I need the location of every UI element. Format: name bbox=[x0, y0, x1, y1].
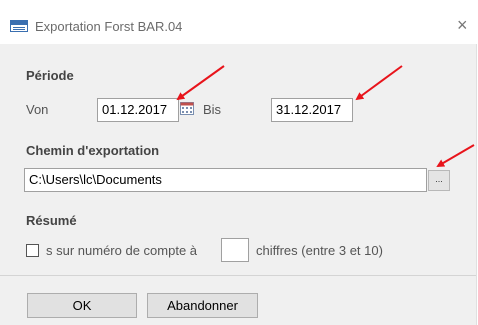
to-date-input[interactable]: 31.12.2017 bbox=[271, 98, 353, 122]
window-title: Exportation Forst BAR.04 bbox=[35, 19, 183, 34]
resume-heading: Résumé bbox=[26, 213, 77, 228]
close-icon[interactable]: × bbox=[457, 16, 468, 34]
from-date-input[interactable]: 01.12.2017 bbox=[97, 98, 179, 122]
export-path-input[interactable]: C:\Users\lc\Documents bbox=[24, 168, 427, 192]
export-dialog: Exportation Forst BAR.04 × Période Von 0… bbox=[0, 0, 478, 325]
browse-button[interactable]: ... bbox=[428, 170, 450, 191]
ok-button[interactable]: OK bbox=[27, 293, 137, 318]
export-path-heading: Chemin d'exportation bbox=[26, 143, 160, 158]
from-label: Von bbox=[26, 102, 49, 117]
title-bar: Exportation Forst BAR.04 × bbox=[0, 0, 478, 44]
resume-text-after: chiffres (entre 3 et 10) bbox=[256, 243, 383, 258]
divider bbox=[0, 275, 476, 276]
form-icon bbox=[10, 20, 28, 32]
to-label: Bis bbox=[203, 102, 222, 117]
cancel-button[interactable]: Abandonner bbox=[147, 293, 258, 318]
digits-input[interactable] bbox=[221, 238, 249, 262]
calendar-icon[interactable] bbox=[180, 102, 194, 115]
resume-text-before: s sur numéro de compte à bbox=[46, 243, 198, 258]
periode-heading: Période bbox=[26, 68, 74, 83]
resume-checkbox[interactable] bbox=[26, 244, 39, 257]
